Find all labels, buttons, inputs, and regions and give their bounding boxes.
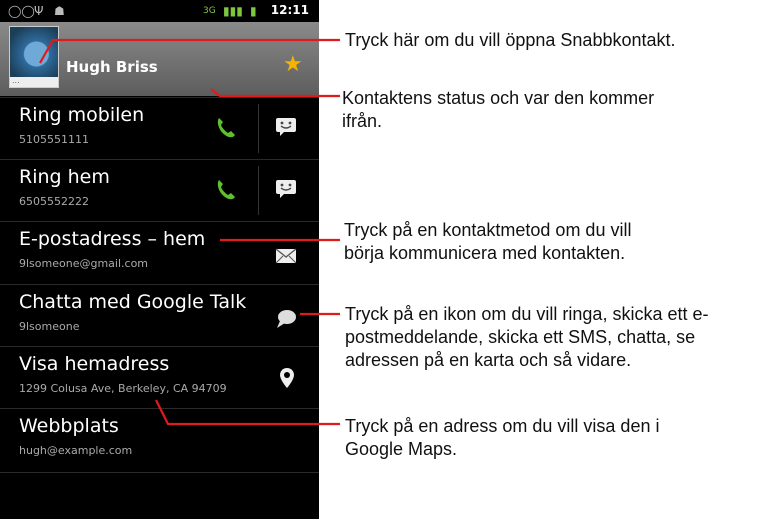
annotation-line: postmeddelande, skicka ett SMS, chatta, … bbox=[345, 327, 696, 347]
annotation-line: börja kommunicera med kontakten. bbox=[344, 243, 626, 263]
annotation-status: Kontaktens status och var den kommer ifr… bbox=[342, 87, 654, 133]
annotation-quick-contact: Tryck här om du vill öppna Snabbkontakt. bbox=[345, 30, 676, 50]
annotation-line: adressen på en karta och så vidare. bbox=[345, 350, 632, 370]
annotation-address: Tryck på en adress om du vill visa den i… bbox=[345, 415, 659, 461]
annotation-line: Tryck på en adress om du vill visa den i bbox=[345, 416, 660, 436]
annotation-icons: Tryck på en ikon om du vill ringa, skick… bbox=[345, 303, 708, 372]
annotation-line: Tryck på en kontaktmetod om du vill bbox=[344, 220, 632, 240]
annotation-line: ifrån. bbox=[342, 111, 383, 131]
annotation-line: Tryck på en ikon om du vill ringa, skick… bbox=[345, 304, 709, 324]
annotation-line: Kontaktens status och var den kommer bbox=[342, 88, 655, 108]
annotation-contact-method: Tryck på en kontaktmetod om du vill börj… bbox=[344, 219, 631, 265]
annotation-line: Google Maps. bbox=[345, 439, 458, 459]
